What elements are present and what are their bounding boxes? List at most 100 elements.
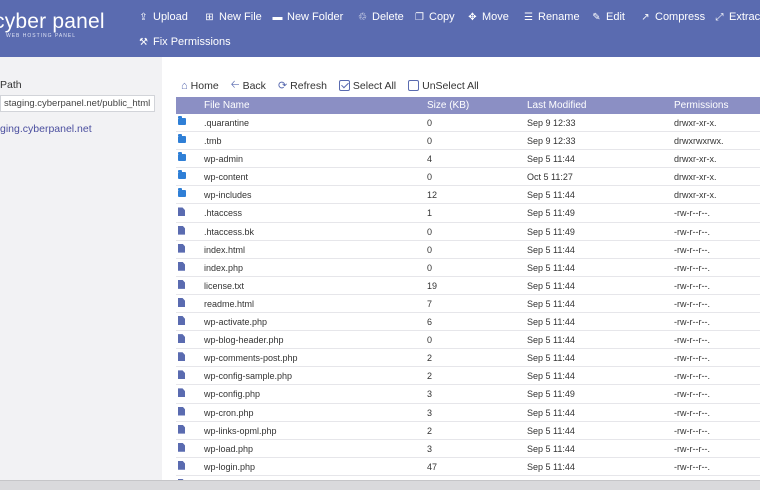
file-name-cell: wp-links-opml.php [204, 425, 277, 436]
header-bar: cyber panel WEB HOSTING PANEL ⇪ Upload ⊞ Ne… [0, 0, 760, 57]
copy-icon: ❐ [415, 11, 424, 23]
table-row[interactable]: .htaccess 1 Sep 5 11:49 -rw-r--r--. [176, 204, 760, 223]
compress-button[interactable]: ↗ Compress [640, 11, 705, 23]
plus-square-icon: ⊞ [205, 11, 214, 23]
unselect-all-label: UnSelect All [422, 79, 479, 92]
file-list: .quarantine 0 Sep 9 12:33 drwxr-xr-x. .tmb 0 S… [176, 114, 760, 490]
file-icon [178, 406, 185, 416]
file-modified-cell: Sep 5 11:49 [527, 208, 575, 219]
file-icon [178, 225, 185, 235]
rename-button[interactable]: ☰ Rename [523, 11, 580, 23]
table-row[interactable]: .tmb 0 Sep 9 12:33 drwxrwxrwx. [176, 132, 760, 151]
upload-icon: ⇪ [139, 11, 148, 23]
file-size-cell: 47 [427, 461, 438, 472]
file-modified-cell: Sep 5 11:44 [527, 371, 575, 382]
horizontal-scrollbar[interactable] [0, 480, 760, 490]
fix-permissions-button[interactable]: ⚒ Fix Permissions [138, 36, 231, 48]
table-row[interactable]: .htaccess.bk 0 Sep 5 11:49 -rw-r--r--. [176, 223, 760, 241]
column-header-modified[interactable]: Last Modified [527, 100, 586, 111]
table-row[interactable]: license.txt 19 Sep 5 11:44 -rw-r--r--. [176, 277, 760, 295]
table-row[interactable]: wp-content 0 Oct 5 11:27 drwxr-xr-x. [176, 168, 760, 187]
file-name-cell: wp-config-sample.php [204, 371, 293, 382]
move-button[interactable]: ✥ Move [467, 11, 509, 23]
file-size-cell: 2 [427, 425, 433, 436]
column-header-size[interactable]: Size (KB) [427, 100, 469, 111]
unselect-all-button[interactable]: UnSelect All [408, 76, 479, 95]
file-permissions-cell: -rw-r--r--. [674, 244, 710, 255]
table-row[interactable]: wp-includes 12 Sep 5 11:44 drwxr-xr-x. [176, 186, 760, 205]
table-row[interactable]: wp-load.php 3 Sep 5 11:44 -rw-r--r--. [176, 440, 760, 458]
table-row[interactable]: index.php 0 Sep 5 11:44 -rw-r--r--. [176, 259, 760, 277]
compress-icon: ↗ [641, 11, 650, 23]
file-size-cell: 0 [427, 262, 433, 273]
delete-button[interactable]: ♲ Delete [357, 11, 404, 23]
file-size-cell: 2 [427, 353, 433, 364]
file-name-cell: wp-admin [204, 154, 244, 165]
table-row[interactable]: readme.html 7 Sep 5 11:44 -rw-r--r--. [176, 295, 760, 314]
compress-label: Compress [655, 11, 706, 23]
edit-icon: ✎ [592, 11, 601, 23]
file-name-cell: .quarantine [204, 118, 250, 128]
upload-button[interactable]: ⇪ Upload [138, 11, 188, 23]
new-file-button[interactable]: ⊞ New File [204, 11, 262, 23]
sidebar: Path staging.cyberpanel.net/public_html … [0, 57, 162, 490]
file-name-cell: wp-login.php [204, 461, 256, 472]
wrench-icon: ⚒ [139, 36, 148, 48]
folder-icon [178, 152, 186, 162]
file-icon [178, 370, 185, 380]
file-permissions-cell: drwxr-xr-x. [674, 172, 717, 183]
copy-button[interactable]: ❐ Copy [414, 11, 455, 23]
file-name-cell: .htaccess [204, 208, 243, 219]
file-icon [178, 207, 185, 217]
file-permissions-cell: -rw-r--r--. [674, 317, 710, 328]
home-button[interactable]: ⌂ Home [181, 76, 219, 95]
table-row[interactable]: wp-cron.php 3 Sep 5 11:44 -rw-r--r--. [176, 404, 760, 422]
file-permissions-cell: -rw-r--r--. [674, 461, 710, 472]
table-row[interactable]: wp-blog-header.php 0 Sep 5 11:44 -rw-r--r--… [176, 331, 760, 350]
file-permissions-cell: drwxr-xr-x. [674, 154, 717, 165]
folder-icon [178, 170, 186, 180]
refresh-button[interactable]: ⟳ Refresh [278, 76, 327, 95]
edit-button[interactable]: ✎ Edit [591, 11, 625, 23]
expand-icon: ⤢ [715, 11, 724, 23]
table-row[interactable]: wp-login.php 47 Sep 5 11:44 -rw-r--r--. [176, 458, 760, 476]
file-permissions-cell: -rw-r--r--. [674, 425, 710, 436]
file-name-cell: wp-comments-post.php [204, 353, 298, 364]
column-header-name[interactable]: File Name [204, 100, 250, 111]
file-size-cell: 7 [427, 298, 433, 309]
arrow-left-icon: 🡠 [230, 79, 240, 91]
table-row[interactable]: wp-config-sample.php 2 Sep 5 11:44 -rw-r--r… [176, 367, 760, 386]
select-all-button[interactable]: Select All [338, 76, 396, 95]
file-icon [178, 334, 185, 344]
back-label: Back [242, 79, 266, 92]
file-permissions-cell: -rw-r--r--. [674, 262, 710, 273]
file-modified-cell: Sep 5 11:49 [527, 389, 575, 400]
file-permissions-cell: -rw-r--r--. [674, 335, 710, 346]
file-name-cell: index.html [204, 244, 246, 255]
file-modified-cell: Oct 5 11:27 [527, 172, 573, 183]
table-row[interactable]: wp-activate.php 6 Sep 5 11:44 -rw-r--r--. [176, 313, 760, 332]
domain-tree-item[interactable]: ging.cyberpanel.net [0, 123, 92, 135]
table-row[interactable]: wp-comments-post.php 2 Sep 5 11:44 -rw-r--r… [176, 349, 760, 368]
empty-box-icon [408, 80, 420, 91]
new-file-label: New File [219, 11, 262, 23]
file-size-cell: 1 [427, 208, 433, 219]
table-row[interactable]: .quarantine 0 Sep 9 12:33 drwxr-xr-x. [176, 114, 760, 133]
table-row[interactable]: wp-config.php 3 Sep 5 11:49 -rw-r--r--. [176, 385, 760, 404]
column-header-permissions[interactable]: Permissions [674, 100, 728, 111]
file-icon [178, 243, 185, 253]
file-size-cell: 0 [427, 244, 433, 255]
back-button[interactable]: 🡠 Back [231, 76, 266, 95]
home-label: Home [190, 79, 219, 92]
file-icon [178, 388, 185, 398]
table-row[interactable]: wp-admin 4 Sep 5 11:44 drwxr-xr-x. [176, 150, 760, 169]
table-row[interactable]: wp-links-opml.php 2 Sep 5 11:44 -rw-r--r--. [176, 422, 760, 440]
file-permissions-cell: -rw-r--r--. [674, 371, 710, 382]
file-modified-cell: Sep 5 11:44 [527, 425, 575, 436]
new-folder-button[interactable]: ▬ New Folder [272, 11, 344, 23]
file-icon [178, 297, 185, 307]
file-permissions-cell: -rw-r--r--. [674, 226, 710, 237]
extract-button[interactable]: ⤢ Extract [714, 11, 760, 23]
table-row[interactable]: index.html 0 Sep 5 11:44 -rw-r--r--. [176, 241, 760, 259]
path-input[interactable]: staging.cyberpanel.net/public_html [0, 95, 155, 112]
